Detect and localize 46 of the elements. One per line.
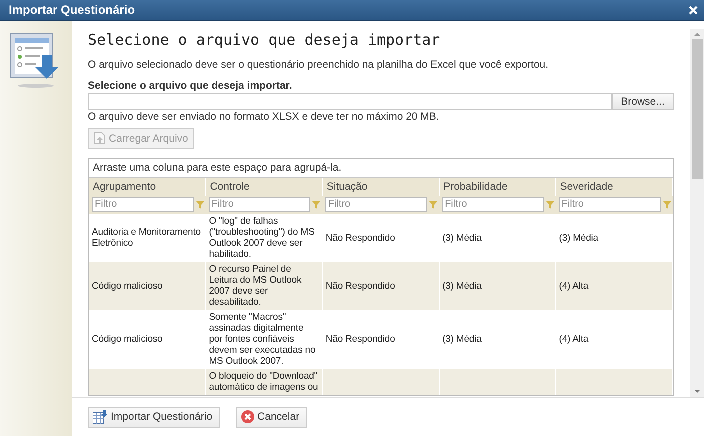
filter-icon[interactable] bbox=[429, 200, 438, 208]
table-cell: Não Respondido bbox=[326, 232, 396, 244]
file-path-field[interactable] bbox=[88, 93, 612, 110]
table-cell: (3) Média bbox=[442, 334, 482, 345]
table-cell: (4) Alta bbox=[559, 280, 589, 292]
table-cell: Somente "Macros" assinadas digitalmente por fontes confiáveis devem ser executadas no MS Outlook 2007. bbox=[209, 312, 316, 367]
filter-field[interactable]: Filtro bbox=[208, 197, 310, 212]
table-cell: (3) Média bbox=[559, 232, 598, 244]
table-cell: Código malicioso bbox=[92, 334, 163, 345]
page-heading: Selecione o arquivo que deseja importar bbox=[88, 31, 442, 49]
filter-icon[interactable] bbox=[196, 200, 205, 208]
intro-text: O arquivo selecionado deve ser o questionário preenchido na planilha do Excel que você exportou. bbox=[88, 59, 550, 71]
document-download-icon bbox=[10, 33, 62, 89]
filter-icon[interactable] bbox=[312, 200, 322, 208]
table-cell: O recurso Painel de Leitura do MS Outlook 2007 deve ser desabilitado. bbox=[209, 264, 302, 308]
cancel-icon bbox=[240, 410, 255, 424]
column-header[interactable]: Agrupamento bbox=[89, 178, 206, 196]
table-cell: (3) Média bbox=[442, 232, 482, 244]
import-button[interactable]: Importar Questionário bbox=[88, 406, 220, 428]
filter-field[interactable]: Filtro bbox=[92, 197, 194, 212]
table-cell: (4) Alta bbox=[559, 334, 589, 345]
table-cell: Código malicioso bbox=[92, 280, 163, 292]
table-cell: Não Respondido bbox=[326, 280, 396, 292]
table-cell: Não Respondido bbox=[326, 334, 396, 345]
table-cell: O bloqueio do "Download" automático de imagens ou bbox=[209, 371, 318, 393]
window-title: Importar Questionário bbox=[9, 3, 136, 17]
scrollbar[interactable] bbox=[690, 29, 704, 397]
file-field-label: Selecione o arquivo que deseja importar. bbox=[88, 80, 294, 92]
browse-button[interactable]: Browse... bbox=[612, 93, 674, 110]
table-cell: O "log" de falhas ("troubleshooting") do MS Outlook 2007 deve ser habilitado. bbox=[209, 216, 315, 260]
column-header[interactable]: Situação bbox=[322, 178, 440, 196]
filter-field[interactable]: Filtro bbox=[325, 197, 428, 212]
filter-field[interactable]: Filtro bbox=[558, 197, 660, 212]
table-cell: (3) Média bbox=[442, 280, 482, 292]
column-header[interactable]: Severidade bbox=[556, 178, 672, 196]
upload-icon bbox=[94, 132, 106, 145]
table-import-icon bbox=[93, 410, 108, 424]
column-header[interactable]: Probabilidade bbox=[439, 178, 556, 196]
filter-icon[interactable] bbox=[662, 200, 672, 208]
table-cell: Auditoria e Monitoramento Eletrônico bbox=[92, 227, 201, 249]
close-icon[interactable] bbox=[689, 6, 698, 14]
filter-icon[interactable] bbox=[546, 200, 555, 208]
column-header[interactable]: Controle bbox=[206, 178, 322, 196]
cancel-button[interactable]: Cancelar bbox=[236, 406, 307, 428]
filter-field[interactable]: Filtro bbox=[442, 197, 544, 212]
file-hint-text: O arquivo deve ser enviado no formato XLSX e deve ter no máximo 20 MB. bbox=[88, 111, 440, 123]
